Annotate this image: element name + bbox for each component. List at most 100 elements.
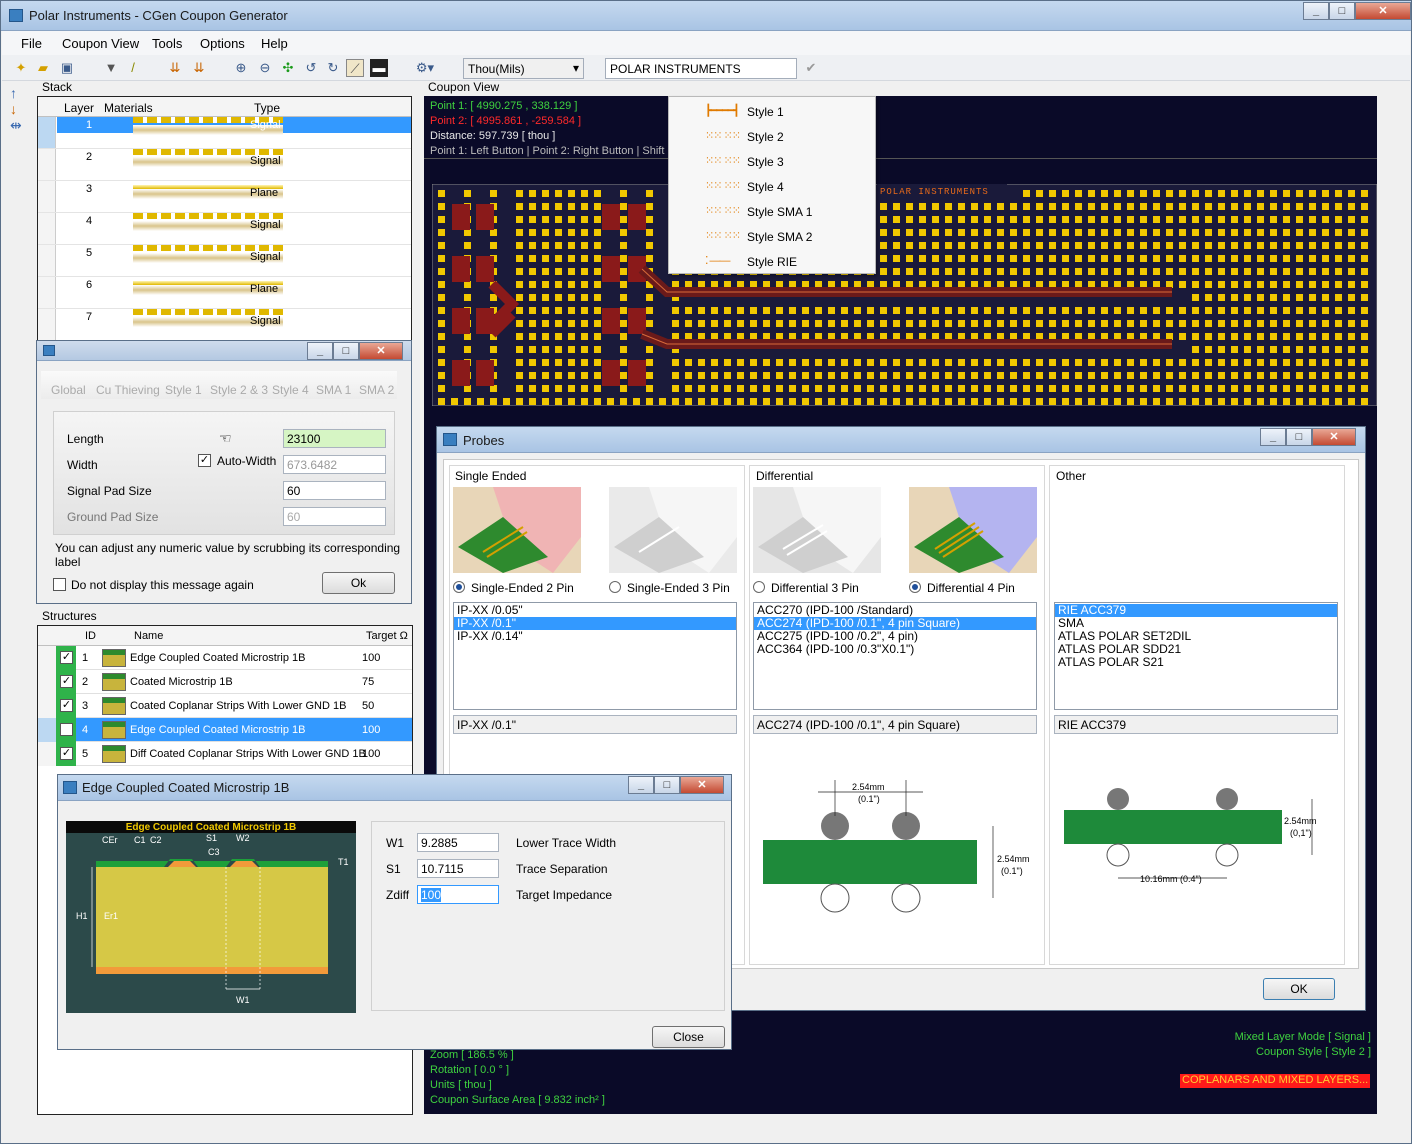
zdiff-label[interactable]: Zdiff bbox=[386, 888, 409, 902]
row-selector[interactable] bbox=[38, 213, 56, 245]
split-icon[interactable]: ⇹ bbox=[10, 117, 28, 134]
probe-diff3-image[interactable] bbox=[753, 487, 881, 573]
fit-icon[interactable]: ✣ bbox=[279, 59, 297, 77]
arrow-down-icon[interactable]: ↓ bbox=[10, 101, 28, 117]
structure-close-button[interactable]: Close bbox=[652, 1026, 725, 1048]
probe-se3-image[interactable] bbox=[609, 487, 737, 573]
rotate-left-icon[interactable]: ↺ bbox=[302, 59, 320, 77]
structure-row[interactable]: ✓ 1 Edge Coupled Coated Microstrip 1B 10… bbox=[38, 646, 412, 670]
structure-row[interactable]: ✓ 4 Edge Coupled Coated Microstrip 1B 10… bbox=[38, 718, 412, 742]
probe-icon[interactable]: ▼ bbox=[102, 59, 120, 77]
length-input[interactable]: 23100 bbox=[283, 429, 386, 448]
structure-maximize-button[interactable]: □ bbox=[654, 776, 680, 794]
width-input[interactable]: 673.6482 bbox=[283, 455, 386, 474]
ground-pad-size-label[interactable]: Ground Pad Size bbox=[67, 510, 158, 524]
width-label[interactable]: Width bbox=[67, 458, 98, 472]
structure-row[interactable]: ✓ 3 Coated Coplanar Strips With Lower GN… bbox=[38, 694, 412, 718]
stack-row[interactable]: 4 Signal bbox=[38, 213, 411, 245]
menu-tools[interactable]: Tools bbox=[152, 36, 182, 51]
enabled-checkbox[interactable]: ✓ bbox=[60, 699, 73, 712]
probe-list-item[interactable]: IP-XX /0.14" bbox=[454, 630, 736, 643]
enabled-checkbox[interactable]: ✓ bbox=[60, 651, 73, 664]
row-selector[interactable] bbox=[38, 117, 56, 149]
se3-radio[interactable] bbox=[609, 581, 621, 593]
row-selector[interactable] bbox=[38, 718, 56, 742]
signal-pad-size-input[interactable]: 60 bbox=[283, 481, 386, 500]
differential-list[interactable]: ACC270 (IPD-100 /Standard) ACC274 (IPD-10… bbox=[753, 602, 1037, 710]
stack-row[interactable]: 5 Signal bbox=[38, 245, 411, 277]
row-selector[interactable] bbox=[38, 742, 56, 766]
stack-row[interactable]: 2 Signal bbox=[38, 149, 411, 181]
tab-style-2-3[interactable]: Style 2 & 3 bbox=[210, 383, 268, 397]
row-selector[interactable] bbox=[38, 149, 56, 181]
row-selector[interactable] bbox=[38, 277, 56, 309]
probe-list-item[interactable]: RIE ACC379 bbox=[1055, 604, 1337, 617]
rotate-right-icon[interactable]: ↻ bbox=[324, 59, 342, 77]
maximize-button[interactable]: □ bbox=[1329, 2, 1355, 20]
stack-row[interactable]: 7 Signal bbox=[38, 309, 411, 341]
diff3-radio[interactable] bbox=[753, 581, 765, 593]
structure-close-x[interactable]: ✕ bbox=[680, 776, 724, 794]
dont-show-checkbox[interactable] bbox=[53, 578, 66, 591]
probes-minimize-button[interactable]: _ bbox=[1260, 428, 1286, 446]
dialog-minimize-button[interactable]: _ bbox=[307, 342, 333, 360]
probe-se2-image[interactable] bbox=[453, 487, 581, 573]
minimize-button[interactable]: _ bbox=[1303, 2, 1329, 20]
diff4-radio[interactable] bbox=[909, 581, 921, 593]
menu-file[interactable]: File bbox=[21, 36, 42, 51]
row-selector[interactable] bbox=[38, 670, 56, 694]
pencil-icon[interactable]: / bbox=[124, 59, 142, 77]
arrow-up-icon[interactable]: ↑ bbox=[10, 85, 28, 101]
zoom-in-icon[interactable]: ⊕ bbox=[232, 59, 250, 77]
row-selector[interactable] bbox=[38, 694, 56, 718]
style-menu-item[interactable]: ⁙⁙ ⁙⁙ Style SMA 1 bbox=[669, 201, 875, 223]
style-menu-item[interactable]: ⁚ —— Style RIE bbox=[669, 251, 875, 273]
zoom-out-icon[interactable]: ⊖ bbox=[256, 59, 274, 77]
tab-sma-1[interactable]: SMA 1 bbox=[316, 383, 351, 397]
probes-ok-button[interactable]: OK bbox=[1263, 978, 1335, 1000]
export-icon[interactable]: ⇊ bbox=[190, 59, 208, 77]
menu-coupon-view[interactable]: Coupon View bbox=[62, 36, 139, 51]
structure-row[interactable]: ✓ 5 Diff Coated Coplanar Strips With Low… bbox=[38, 742, 412, 766]
dialog-maximize-button[interactable]: □ bbox=[333, 342, 359, 360]
import-icon[interactable]: ⇊ bbox=[166, 59, 184, 77]
tab-style-1[interactable]: Style 1 bbox=[165, 383, 202, 397]
zdiff-input[interactable]: 100 bbox=[417, 885, 499, 904]
close-button[interactable]: ✕ bbox=[1355, 2, 1411, 20]
length-label[interactable]: Length bbox=[67, 432, 104, 446]
enabled-checkbox[interactable]: ✓ bbox=[60, 723, 73, 736]
auto-width-checkbox[interactable]: ✓ bbox=[198, 454, 211, 467]
open-folder-icon[interactable]: ▰ bbox=[34, 59, 52, 77]
new-icon[interactable]: ✦ bbox=[12, 59, 30, 77]
probes-close-button[interactable]: ✕ bbox=[1312, 428, 1356, 446]
other-list[interactable]: RIE ACC379 SMA ATLAS POLAR SET2DIL ATLAS PO… bbox=[1054, 602, 1338, 710]
tab-sma-2[interactable]: SMA 2 bbox=[359, 383, 394, 397]
tab-style-4[interactable]: Style 4 bbox=[272, 383, 309, 397]
w1-label[interactable]: W1 bbox=[386, 836, 404, 850]
s1-input[interactable]: 10.7115 bbox=[417, 859, 499, 878]
ground-pad-size-input[interactable]: 60 bbox=[283, 507, 386, 526]
structure-minimize-button[interactable]: _ bbox=[628, 776, 654, 794]
row-selector[interactable] bbox=[38, 646, 56, 670]
enabled-checkbox[interactable]: ✓ bbox=[60, 675, 73, 688]
stack-row[interactable]: 3 Plane bbox=[38, 181, 411, 213]
global-ok-button[interactable]: Ok bbox=[322, 572, 395, 594]
units-select[interactable]: Thou(Mils) ▾ bbox=[463, 58, 584, 79]
dialog-close-button[interactable]: ✕ bbox=[359, 342, 403, 360]
row-selector[interactable] bbox=[38, 181, 56, 213]
save-icon[interactable]: ▣ bbox=[58, 59, 76, 77]
label-text-input[interactable]: POLAR INSTRUMENTS bbox=[605, 58, 797, 79]
signal-pad-size-label[interactable]: Signal Pad Size bbox=[67, 484, 152, 498]
se2-radio[interactable] bbox=[453, 581, 465, 593]
single-ended-list[interactable]: IP-XX /0.05" IP-XX /0.1" IP-XX /0.14" bbox=[453, 602, 737, 710]
menu-help[interactable]: Help bbox=[261, 36, 288, 51]
probe-list-item[interactable]: ATLAS POLAR S21 bbox=[1055, 656, 1337, 669]
measure-icon[interactable]: ⟋ bbox=[346, 59, 364, 77]
tab-global[interactable]: Global bbox=[51, 383, 86, 397]
screen-icon[interactable]: ▬ bbox=[370, 59, 388, 77]
row-selector[interactable] bbox=[38, 309, 56, 341]
probe-list-item[interactable]: ACC364 (IPD-100 /0.3"X0.1") bbox=[754, 643, 1036, 656]
check-icon[interactable]: ✔ bbox=[802, 59, 820, 77]
stack-row[interactable]: 6 Plane bbox=[38, 277, 411, 309]
style-menu-item[interactable]: ┣━━━━┫ Style 1 bbox=[669, 101, 875, 123]
